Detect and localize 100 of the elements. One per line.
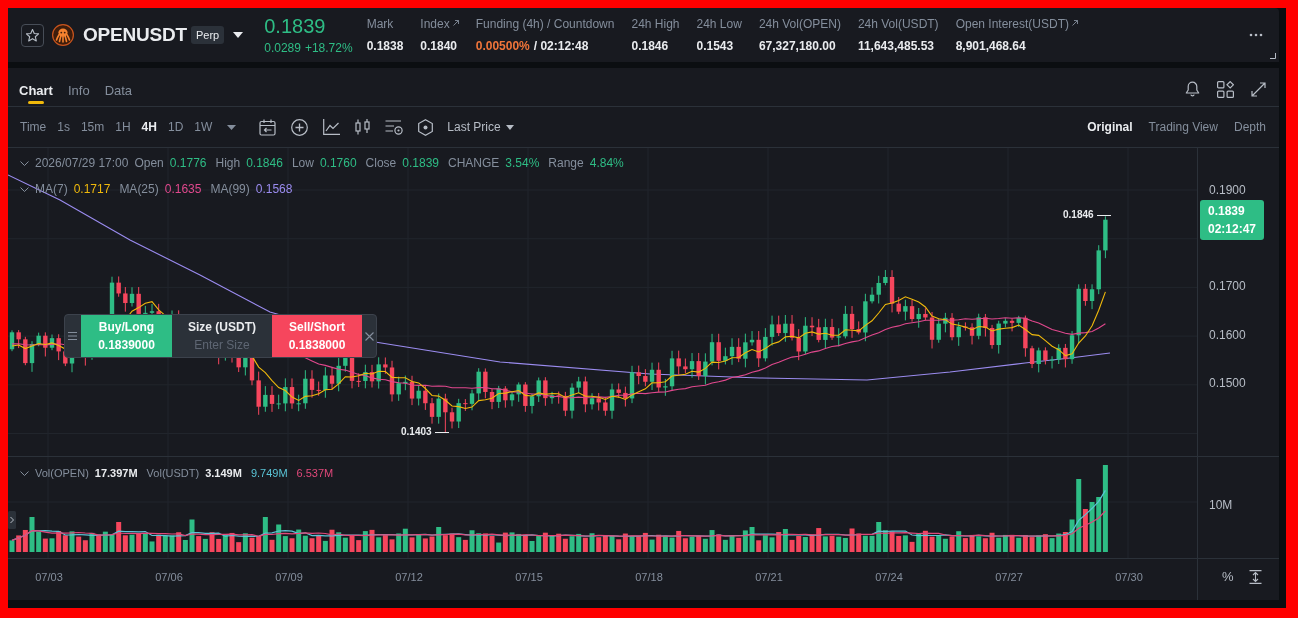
- legend-label: Open: [134, 156, 164, 170]
- stat-label: Mark: [366, 17, 394, 31]
- stat-label: 24h Low: [696, 17, 742, 31]
- interval-button[interactable]: Time: [20, 120, 47, 134]
- tag-countdown: 02:12:47: [1208, 222, 1258, 236]
- hexagon-icon[interactable]: [418, 118, 434, 136]
- octopus-icon: [52, 24, 74, 46]
- date-label: 07/06: [154, 570, 184, 585]
- stat-value: 11,643,485.53: [857, 39, 934, 53]
- shapes-icon[interactable]: [1217, 80, 1234, 98]
- moving-average-label: MA(7): [35, 182, 68, 196]
- volume-average-value: 6.537M: [296, 466, 334, 480]
- leader-line: [434, 431, 449, 433]
- fit-vertical-icon[interactable]: [1248, 570, 1262, 584]
- chart-tab[interactable]: Data: [104, 68, 133, 106]
- stat-label: Open Interest(USDT): [955, 17, 1069, 31]
- date-label: 07/24: [874, 570, 904, 585]
- volume-label: Vol(USDT): [146, 466, 200, 480]
- date-label: 07/27: [994, 570, 1024, 585]
- legend-label: High: [215, 156, 241, 170]
- stat-label: 24h Vol(USDT): [857, 17, 939, 31]
- chart-tab[interactable]: Chart: [19, 68, 53, 106]
- last-price: 0.1839: [264, 15, 327, 37]
- price-tick-label: 0.1600: [1209, 327, 1246, 342]
- list-settings-icon[interactable]: [385, 119, 404, 135]
- legend-value: 0.1839: [402, 156, 439, 170]
- change-percent: +18.72%: [304, 41, 353, 55]
- size-input[interactable]: Enter Size: [182, 338, 262, 352]
- chart-view-tab[interactable]: Depth: [1233, 120, 1266, 134]
- tag-price: 0.1839: [1208, 204, 1246, 218]
- legend-value: 0.1846: [246, 156, 283, 170]
- chart-view-tab[interactable]: Trading View: [1148, 120, 1218, 134]
- high-price-label: 0.1846: [1063, 208, 1094, 222]
- external-link-icon[interactable]: [452, 20, 459, 26]
- caret-icon: [505, 124, 514, 130]
- moving-average-value: 0.1635: [164, 182, 202, 196]
- interval-button[interactable]: 15m: [80, 120, 105, 134]
- stat-value: 8,901,468.64: [955, 39, 1026, 53]
- percent-toggle[interactable]: %: [1222, 570, 1234, 584]
- legend-datetime: 2026/07/29 17:00: [35, 156, 129, 170]
- moving-average-label: MA(99): [210, 182, 250, 196]
- chart-tab[interactable]: Info: [67, 68, 90, 106]
- close-icon[interactable]: [365, 331, 374, 341]
- volume-tick-label: 10M: [1209, 498, 1233, 512]
- funding-countdown: / 02:12:48: [533, 39, 589, 53]
- line-chart-icon[interactable]: [323, 119, 341, 135]
- plus-circle-icon[interactable]: [291, 118, 309, 136]
- funding-rate: 0.00500%: [475, 39, 530, 53]
- legend-label: Low: [291, 156, 314, 170]
- legend-label: Close: [365, 156, 397, 170]
- volume-label: Vol(OPEN): [35, 466, 89, 480]
- chart-view-tab[interactable]: Original: [1087, 120, 1133, 134]
- moving-average-value: 0.1568: [255, 182, 293, 196]
- price-change: 0.0289: [264, 41, 301, 55]
- stat-label: Funding (4h) / Countdown: [475, 17, 615, 31]
- legend-value: 4.84%: [589, 156, 624, 170]
- volume-average-value: 9.749M: [250, 466, 288, 480]
- calendar-icon[interactable]: [259, 118, 277, 136]
- symbol-name: OPENUSDT: [83, 24, 187, 46]
- size-label: Size (USDT): [188, 320, 256, 334]
- expand-icon[interactable]: [1251, 81, 1266, 97]
- price-tick-label: 0.1900: [1209, 183, 1246, 197]
- price-source-dropdown[interactable]: Last Price: [447, 120, 514, 134]
- legend-value: 3.54%: [505, 156, 540, 170]
- price-tick-label: 0.1500: [1209, 376, 1246, 391]
- date-label: 07/21: [754, 570, 784, 585]
- resize-corner-icon[interactable]: [1270, 53, 1276, 59]
- stat-label: Index: [420, 17, 450, 31]
- external-link-icon[interactable]: [1072, 20, 1078, 26]
- date-label: 07/03: [34, 570, 64, 585]
- chevron-down-icon[interactable]: [20, 470, 29, 476]
- interval-button[interactable]: 1D: [167, 120, 184, 134]
- legend-value: 0.1776: [169, 156, 207, 170]
- interval-button[interactable]: 1W: [194, 120, 213, 134]
- drag-handle-icon[interactable]: [68, 332, 77, 340]
- contract-badge: Perp: [190, 26, 225, 44]
- more-icon[interactable]: [1249, 33, 1263, 37]
- moving-average-value: 0.1717: [73, 182, 111, 196]
- moving-average-label: MA(25): [119, 182, 159, 196]
- interval-button[interactable]: 1H: [115, 120, 131, 134]
- candlestick-icon[interactable]: [355, 119, 371, 135]
- favorite-button[interactable]: [21, 23, 44, 47]
- volume-value: 3.149M: [205, 466, 242, 480]
- interval-button[interactable]: 1s: [57, 120, 70, 134]
- caret-icon[interactable]: [233, 32, 244, 38]
- leader-line: [1096, 214, 1111, 216]
- price-tick-label: 0.1700: [1209, 279, 1246, 293]
- stat-value: 67,327,180.00: [758, 39, 836, 53]
- interval-button[interactable]: 4H: [141, 120, 157, 134]
- chevron-down-icon[interactable]: [20, 160, 29, 166]
- legend-label: Range: [548, 156, 584, 170]
- star-icon: [26, 28, 39, 42]
- expand-handle-icon[interactable]: [8, 511, 16, 529]
- bell-icon[interactable]: [1185, 81, 1200, 97]
- sell-button[interactable]: Sell/Short 0.1838000: [272, 315, 362, 357]
- legend-value: 0.1760: [319, 156, 357, 170]
- low-price-label: 0.1403: [401, 425, 432, 439]
- date-label: 07/15: [514, 570, 544, 585]
- chevron-down-icon[interactable]: [20, 186, 29, 192]
- date-label: 07/12: [394, 570, 424, 585]
